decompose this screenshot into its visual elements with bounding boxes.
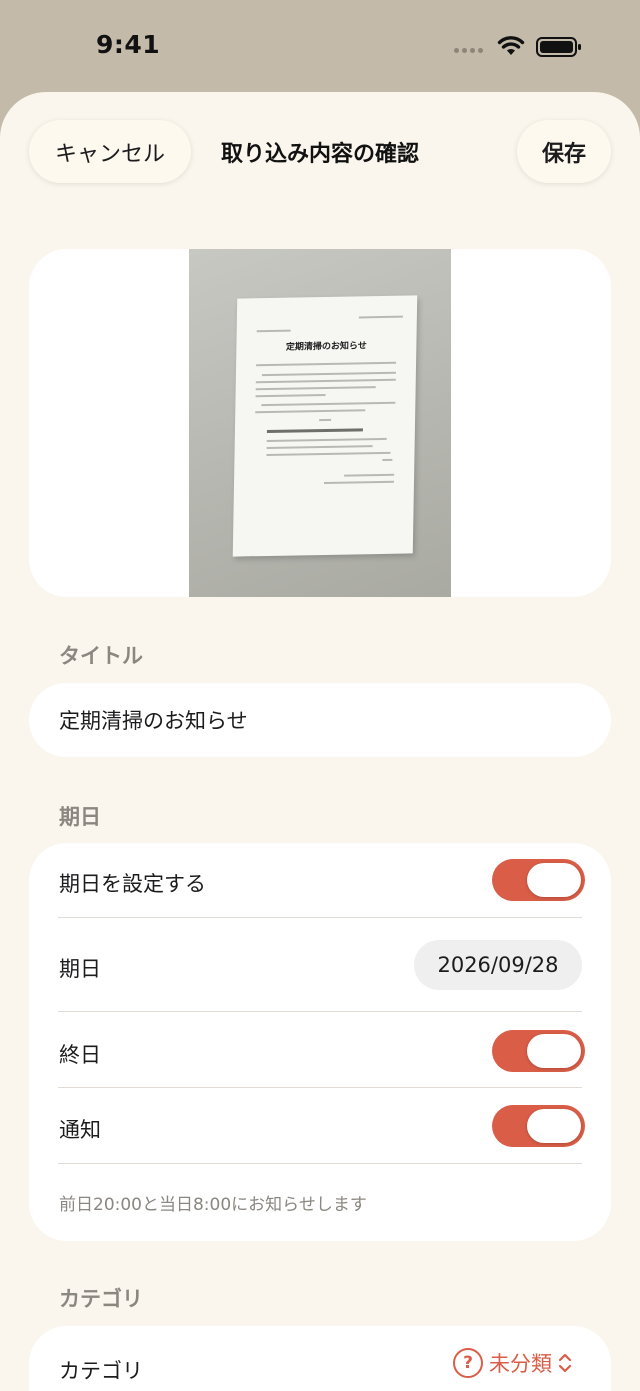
- due-date-label: 期日: [59, 957, 101, 981]
- chevron-up-down-icon: [558, 1353, 572, 1373]
- due-date-card: 期日を設定する 期日 2026/09/28 終日 通知 前日20:00と当日8:…: [29, 843, 611, 1241]
- captured-photo-card: 定期清掃のお知らせ: [29, 249, 611, 597]
- category-card: カテゴリ ? 未分類: [29, 1326, 611, 1391]
- battery-icon: [536, 37, 581, 57]
- wifi-icon: [497, 36, 525, 55]
- notify-label: 通知: [59, 1118, 101, 1142]
- all-day-row: 終日: [29, 1012, 611, 1087]
- category-row-label: カテゴリ: [59, 1359, 143, 1383]
- navigation-bar: キャンセル 取り込み内容の確認 保存: [0, 92, 640, 212]
- due-section-label: 期日: [59, 805, 101, 829]
- title-section-label: タイトル: [59, 644, 143, 668]
- status-bar: 9:41: [0, 0, 640, 92]
- all-day-toggle[interactable]: [492, 1030, 585, 1072]
- confirm-sheet: キャンセル 取り込み内容の確認 保存 定期清掃のお知らせ タイトル 定期清掃のお…: [0, 92, 640, 1391]
- all-day-label: 終日: [59, 1043, 101, 1067]
- divider: [58, 1163, 582, 1164]
- toggle-knob: [527, 1034, 581, 1068]
- notify-row: 通知: [29, 1088, 611, 1164]
- category-section-label: カテゴリ: [59, 1287, 143, 1311]
- category-picker[interactable]: ? 未分類: [453, 1348, 572, 1378]
- notice-paper-image: 定期清掃のお知らせ: [232, 295, 418, 557]
- toggle-knob: [527, 1109, 581, 1143]
- due-date-row: 期日 2026/09/28: [29, 918, 611, 1012]
- set-due-toggle[interactable]: [492, 859, 585, 901]
- save-button[interactable]: 保存: [517, 120, 611, 183]
- notice-paper-title: 定期清掃のお知らせ: [285, 341, 367, 353]
- title-input[interactable]: 定期清掃のお知らせ: [29, 683, 611, 757]
- question-circle-icon: ?: [453, 1348, 483, 1378]
- notify-note: 前日20:00と当日8:00にお知らせします: [59, 1195, 367, 1215]
- toggle-knob: [527, 863, 581, 897]
- set-due-label: 期日を設定する: [59, 872, 206, 896]
- category-value: 未分類: [489, 1352, 552, 1376]
- cellular-signal-icon: [454, 48, 483, 53]
- due-date-picker[interactable]: 2026/09/28: [414, 940, 582, 990]
- status-time: 9:41: [96, 30, 161, 59]
- captured-photo: 定期清掃のお知らせ: [189, 249, 451, 597]
- notify-toggle[interactable]: [492, 1105, 585, 1147]
- set-due-row: 期日を設定する: [29, 843, 611, 918]
